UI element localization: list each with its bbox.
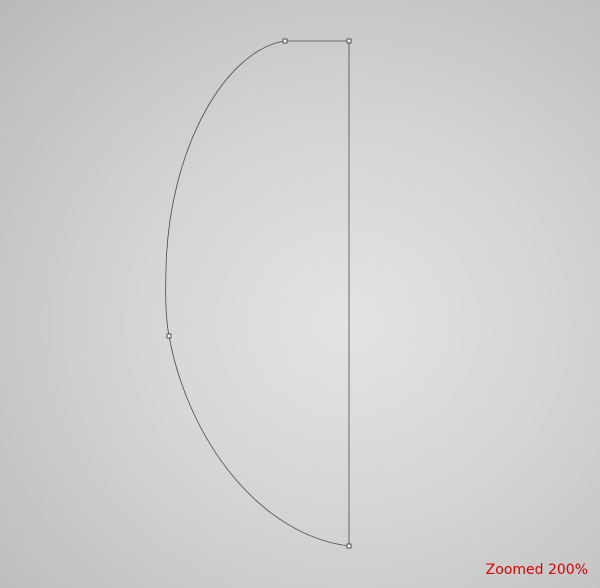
anchor-point-icon[interactable]	[282, 38, 288, 44]
zoom-level-label: Zoomed 200%	[485, 562, 588, 578]
vector-path-curve[interactable]	[165, 40, 350, 547]
anchor-point-icon[interactable]	[346, 38, 352, 44]
anchor-point-icon[interactable]	[166, 333, 172, 339]
vector-path-layer[interactable]	[0, 0, 600, 588]
artboard-canvas[interactable]: Zoomed 200%	[0, 0, 600, 588]
anchor-point-icon[interactable]	[346, 543, 352, 549]
